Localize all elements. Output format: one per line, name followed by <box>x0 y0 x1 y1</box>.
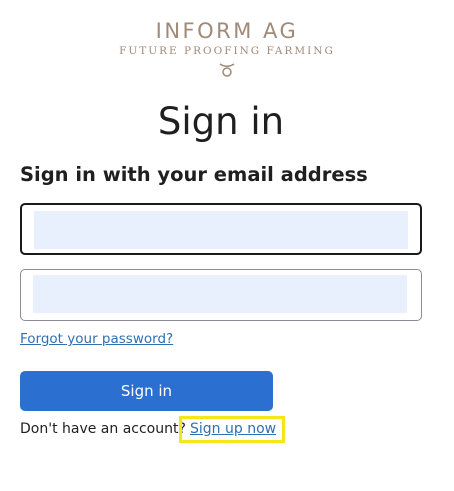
subtitle: Sign in with your email address <box>20 163 368 186</box>
password-input[interactable] <box>33 275 407 313</box>
logo-tagline: FUTURE PROOFING FARMING <box>119 45 335 57</box>
signin-button[interactable]: Sign in <box>20 371 273 411</box>
email-field[interactable] <box>20 203 422 255</box>
password-field[interactable] <box>20 269 422 321</box>
signup-link[interactable]: Sign up now <box>190 419 276 439</box>
logo-name: INFORM AG <box>155 19 299 43</box>
brand-logo: INFORM AG FUTURE PROOFING FARMING <box>0 18 454 79</box>
loop-ribbon-icon <box>0 61 454 79</box>
email-input[interactable] <box>34 211 408 249</box>
no-account-text: Don't have an account? <box>20 421 186 437</box>
page-title: Sign in <box>157 100 285 143</box>
forgot-password-link[interactable]: Forgot your password? <box>20 331 173 347</box>
